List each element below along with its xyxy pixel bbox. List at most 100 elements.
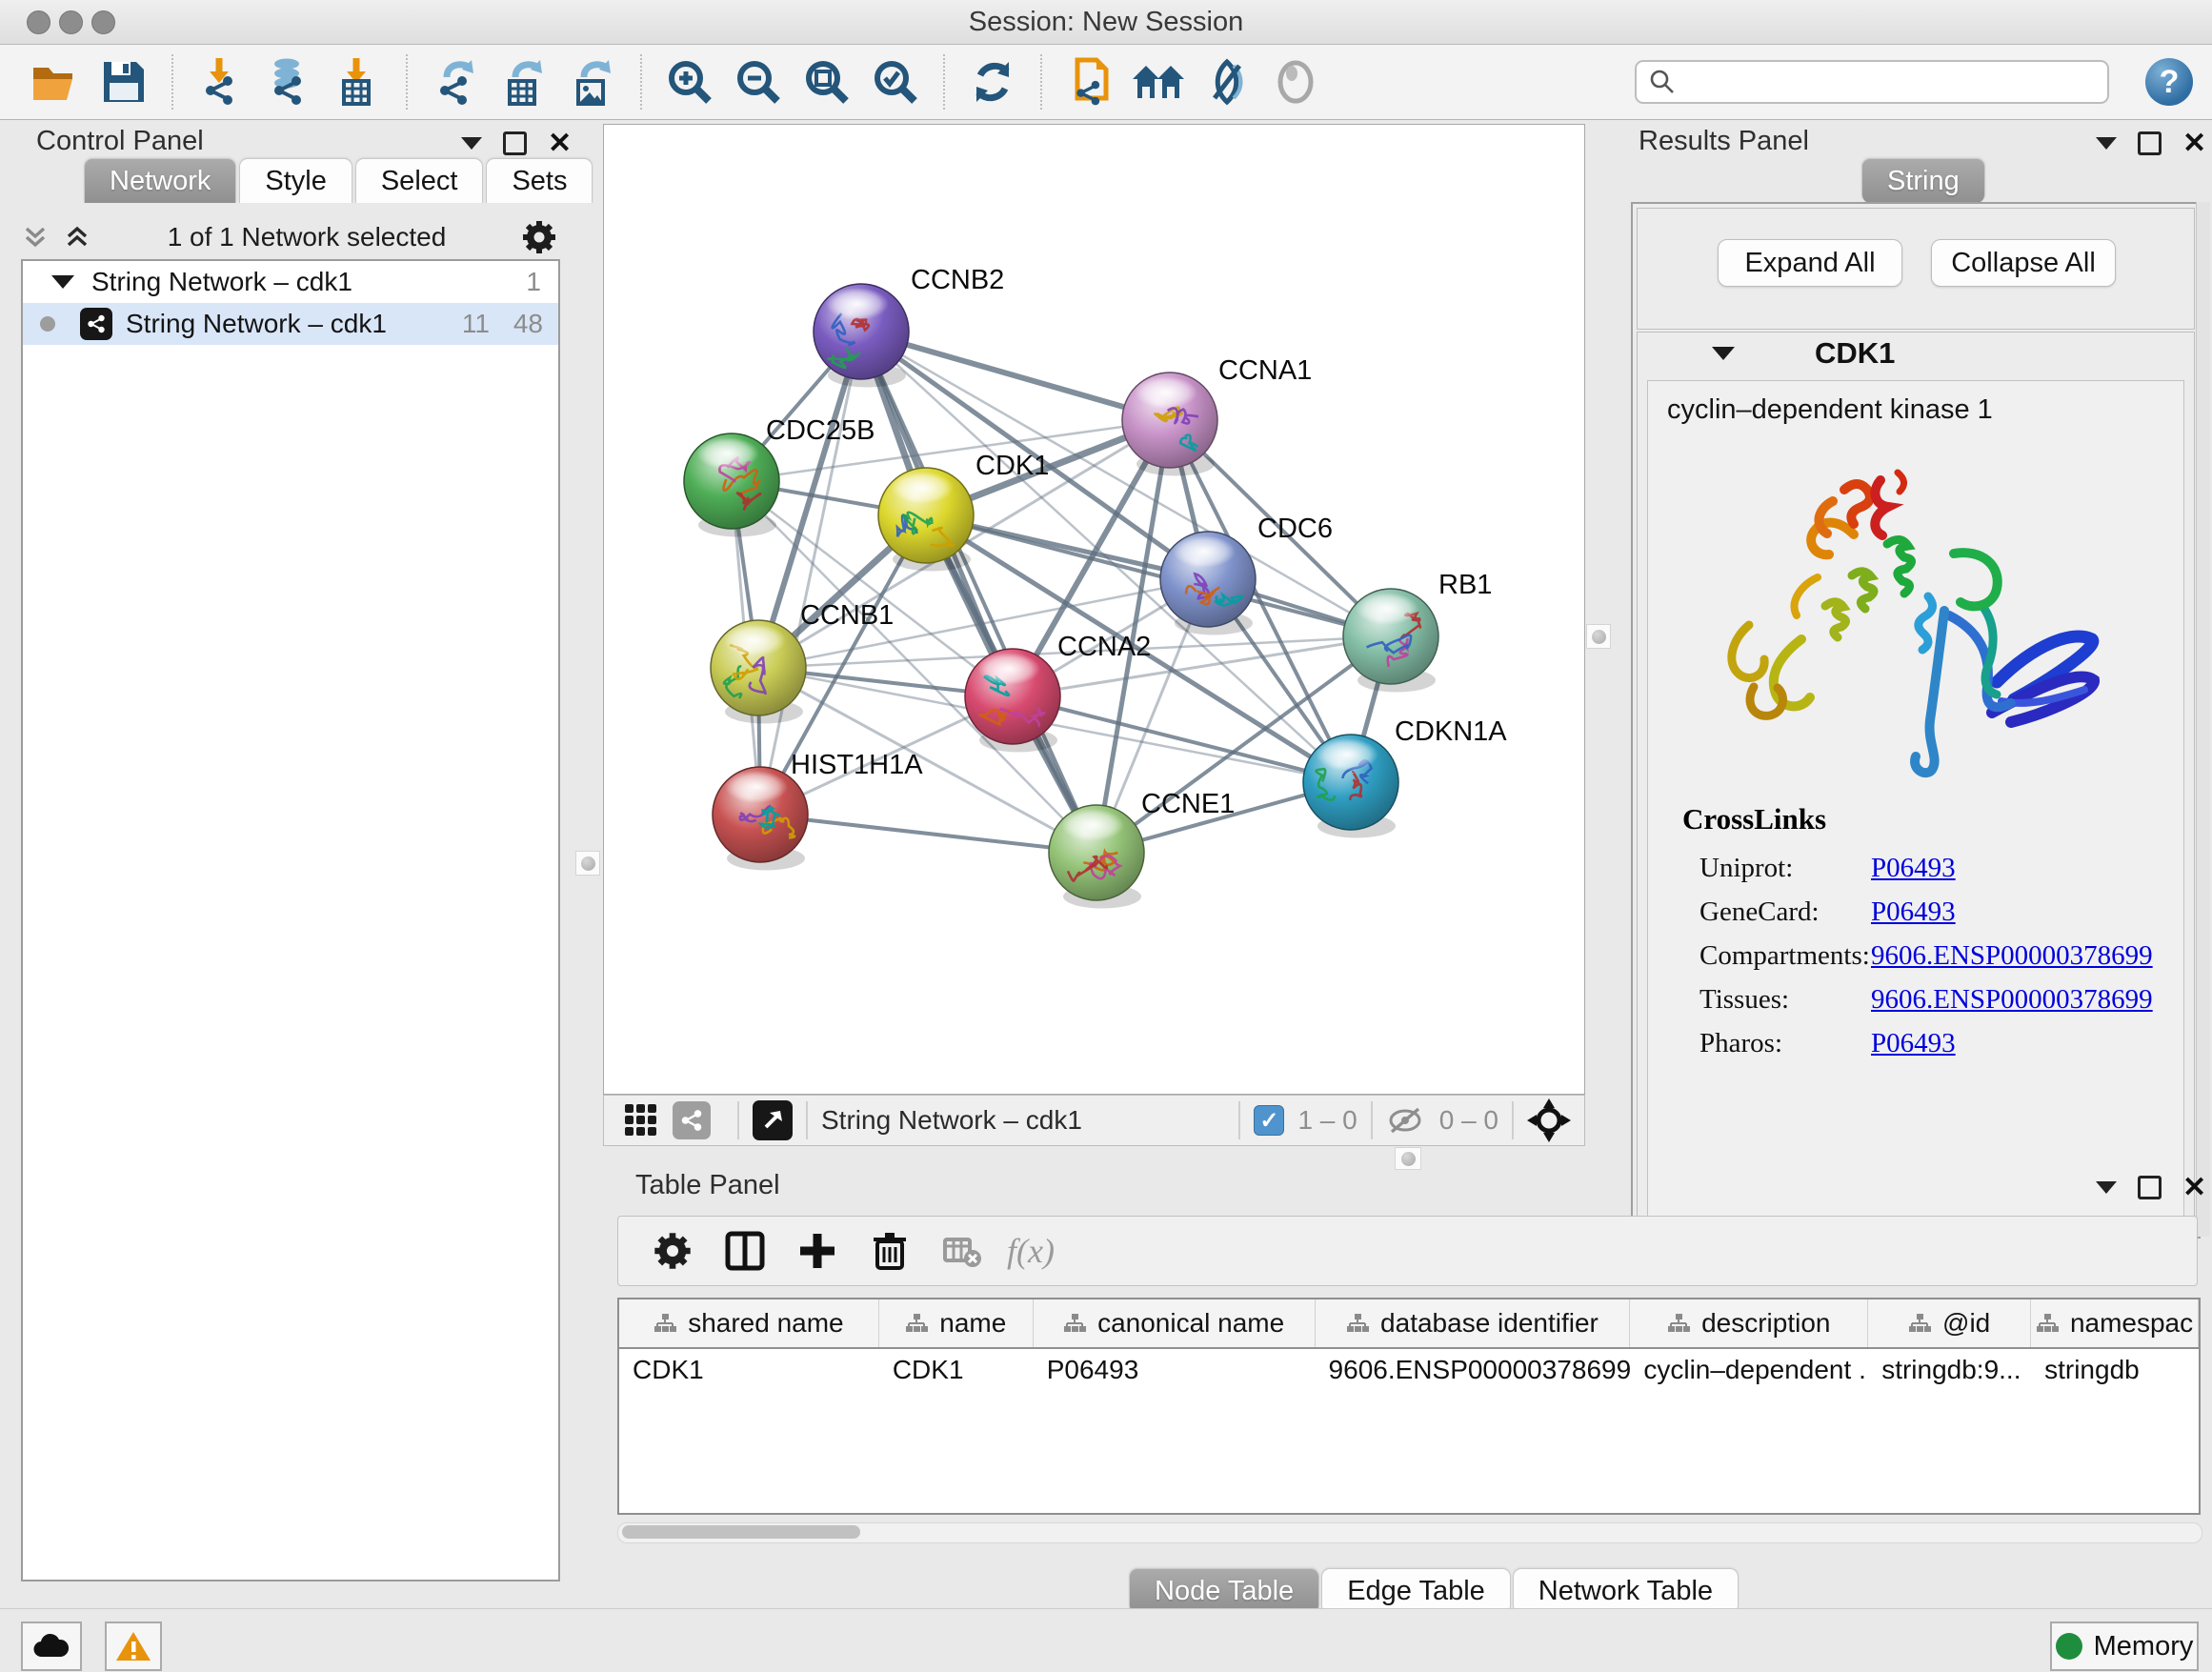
new-network-from-file-icon[interactable] — [1060, 51, 1119, 112]
tab-edge-table[interactable]: Edge Table — [1321, 1568, 1511, 1614]
network-node-ccna1[interactable]: CCNA1 — [1122, 355, 1312, 476]
close-panel-icon[interactable]: ✕ — [2182, 134, 2206, 153]
export-table-icon[interactable] — [494, 51, 553, 112]
tab-network-table[interactable]: Network Table — [1513, 1568, 1739, 1614]
table-options-gear-icon[interactable] — [645, 1223, 700, 1279]
network-node-ccnb2[interactable]: CCNB2 — [814, 265, 1004, 388]
gene-section-header[interactable]: CDK1 — [1638, 332, 2194, 374]
search-field[interactable] — [1635, 60, 2109, 104]
column-header-description[interactable]: description — [1630, 1299, 1868, 1347]
table-cell[interactable]: stringdb — [2031, 1349, 2199, 1391]
import-database-icon[interactable] — [260, 51, 319, 112]
zoom-fit-icon[interactable] — [797, 51, 856, 112]
network-share-icon[interactable] — [673, 1101, 711, 1139]
table-horizontal-scrollbar[interactable] — [617, 1522, 2202, 1543]
eye-icon[interactable] — [1266, 51, 1325, 112]
tab-sets[interactable]: Sets — [486, 158, 593, 203]
help-button[interactable]: ? — [2145, 58, 2193, 106]
collection-label: String Network – cdk1 — [91, 267, 352, 297]
zoom-out-icon[interactable] — [729, 51, 788, 112]
export-image-icon[interactable] — [563, 51, 622, 112]
tab-network[interactable]: Network — [84, 158, 236, 203]
search-input[interactable] — [1677, 67, 2081, 98]
table-cell[interactable]: 9606.ENSP00000378699 — [1316, 1349, 1631, 1391]
show-columns-icon[interactable] — [717, 1223, 773, 1279]
home-icon[interactable] — [1129, 51, 1188, 112]
collapse-all-button[interactable]: Collapse All — [1931, 239, 2116, 287]
tab-style[interactable]: Style — [239, 158, 352, 203]
crosslink-link[interactable]: P06493 — [1871, 853, 1956, 884]
table-cell[interactable]: P06493 — [1034, 1349, 1316, 1391]
birds-eye-view-icon[interactable] — [753, 1100, 793, 1140]
expand-all-icon[interactable] — [61, 221, 93, 253]
float-panel-icon[interactable] — [503, 131, 527, 155]
panel-menu-icon[interactable] — [2096, 137, 2117, 150]
table-cell[interactable]: CDK1 — [619, 1349, 879, 1391]
gear-icon[interactable] — [520, 218, 558, 256]
show-hide-icon[interactable] — [1197, 51, 1257, 112]
export-network-icon[interactable] — [426, 51, 485, 112]
cloud-button[interactable] — [21, 1622, 82, 1671]
collection-expand-icon[interactable] — [51, 275, 74, 289]
network-node-rb1[interactable]: RB1 — [1343, 570, 1492, 693]
network-node-cdc6[interactable]: CDC6 — [1160, 514, 1333, 635]
column-header-canonical-name[interactable]: canonical name — [1034, 1299, 1316, 1347]
network-row[interactable]: String Network – cdk1 11 48 — [23, 303, 558, 345]
table-cell[interactable]: cyclin–dependent ... — [1630, 1349, 1868, 1391]
save-session-icon[interactable] — [94, 51, 153, 112]
right-splitter-handle[interactable] — [1586, 624, 1611, 649]
open-session-icon[interactable] — [26, 51, 85, 112]
memory-status-dot — [2056, 1633, 2082, 1660]
horizontal-splitter-handle[interactable] — [1395, 1147, 1421, 1170]
crosslink-link[interactable]: 9606.ENSP00000378699 — [1871, 984, 2153, 1016]
create-column-plus-icon[interactable] — [790, 1223, 845, 1279]
network-canvas[interactable]: CCNB2CCNA1CDC25BCDK1CDC6RB1CCNB1CCNA2CDK… — [603, 124, 1585, 1095]
scrollbar-thumb[interactable] — [622, 1525, 860, 1539]
memory-button[interactable]: Memory — [2050, 1622, 2199, 1671]
column-header-database-identifier[interactable]: database identifier — [1316, 1299, 1631, 1347]
close-panel-icon[interactable]: ✕ — [548, 134, 572, 153]
grid-view-icon[interactable] — [619, 1093, 663, 1148]
network-edge[interactable] — [760, 332, 861, 815]
import-table-icon[interactable] — [329, 51, 388, 112]
left-splitter-handle[interactable] — [575, 851, 600, 876]
expand-all-button[interactable]: Expand All — [1718, 239, 1902, 287]
table-panel-title: Table Panel — [635, 1170, 780, 1201]
column-header-namespac[interactable]: namespac — [2031, 1299, 2199, 1347]
column-header-shared-name[interactable]: shared name — [619, 1299, 879, 1347]
column-header-name[interactable]: name — [879, 1299, 1034, 1347]
network-collection-row[interactable]: String Network – cdk1 1 — [23, 261, 558, 303]
zoom-in-icon[interactable] — [660, 51, 719, 112]
fit-selected-crosshair-icon[interactable] — [1527, 1098, 1571, 1142]
panel-menu-icon[interactable] — [2096, 1181, 2117, 1194]
tab-node-table[interactable]: Node Table — [1129, 1568, 1319, 1614]
warnings-button[interactable] — [105, 1622, 162, 1671]
float-panel-icon[interactable] — [2138, 1176, 2162, 1199]
import-network-icon[interactable] — [191, 51, 251, 112]
table-cell[interactable]: stringdb:9... — [1868, 1349, 2031, 1391]
delete-column-trash-icon[interactable] — [862, 1223, 917, 1279]
panel-menu-icon[interactable] — [461, 137, 482, 150]
tab-select[interactable]: Select — [355, 158, 484, 203]
network-node-cdkn1a[interactable]: CDKN1A — [1303, 716, 1507, 838]
table-cell[interactable]: CDK1 — [879, 1349, 1034, 1391]
hidden-eye-slash-icon[interactable] — [1386, 1103, 1428, 1138]
section-expand-icon[interactable] — [1712, 347, 1735, 360]
refresh-icon[interactable] — [963, 51, 1022, 112]
crosslink-link[interactable]: P06493 — [1871, 1028, 1956, 1059]
float-panel-icon[interactable] — [2138, 131, 2162, 155]
zoom-selected-icon[interactable] — [866, 51, 925, 112]
crosslink-link[interactable]: P06493 — [1871, 896, 1956, 928]
network-node-cdk1[interactable]: CDK1 — [878, 451, 1049, 572]
column-header--id[interactable]: @id — [1868, 1299, 2031, 1347]
close-panel-icon[interactable]: ✕ — [2182, 1178, 2206, 1198]
network-view-toolbar: String Network – cdk1 ✓ 1 – 0 0 – 0 — [603, 1095, 1585, 1146]
table-row[interactable]: CDK1CDK1P064939606.ENSP00000378699cyclin… — [619, 1349, 2199, 1391]
selected-checkbox[interactable]: ✓ — [1254, 1105, 1284, 1136]
tab-string[interactable]: String — [1861, 158, 1985, 203]
network-node-hist1h1a[interactable]: HIST1H1A — [713, 750, 923, 871]
crosslink-link[interactable]: 9606.ENSP00000378699 — [1871, 940, 2153, 972]
collapse-all-icon[interactable] — [19, 221, 51, 253]
network-edge[interactable] — [760, 815, 1096, 853]
results-scrollbar[interactable] — [2196, 202, 2210, 1237]
